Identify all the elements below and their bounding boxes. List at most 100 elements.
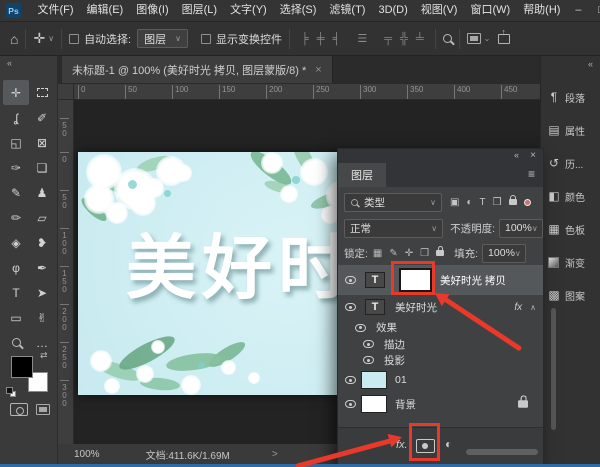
panel-paragraph[interactable]: ¶段落 [543, 82, 600, 112]
text-layer-thumbnail[interactable]: T [365, 272, 385, 288]
fx-collapse-icon[interactable]: ∧ [530, 303, 536, 312]
zoom-tool[interactable] [3, 330, 29, 355]
pen-tool[interactable]: ✒ [29, 255, 55, 280]
filter-type-dropdown[interactable]: 类型 ∨ [344, 193, 442, 212]
layer-visibility-icon[interactable] [363, 356, 374, 364]
layer-row-7[interactable]: 背景 [338, 392, 543, 416]
lock-artboard-icon[interactable]: ❒ [420, 248, 429, 259]
layer-fx-badge[interactable]: fx [514, 302, 522, 313]
rectangular-marquee-tool[interactable] [29, 80, 55, 105]
screen-mode-button[interactable] [36, 404, 50, 415]
layer-visibility-icon[interactable] [345, 376, 356, 384]
brush-tool[interactable]: ✎ [3, 180, 29, 205]
lock-pixels-icon[interactable]: ✎ [389, 248, 397, 259]
panel-gradients[interactable]: 渐变 [543, 247, 600, 277]
menu-select[interactable]: 选择(S) [273, 0, 323, 21]
rectangle-tool[interactable]: ▭ [3, 305, 29, 330]
blend-mode-dropdown[interactable]: 正常 ∨ [344, 219, 443, 238]
frame-tool[interactable]: ⊠ [29, 130, 55, 155]
blur-tool[interactable]: ❥ [29, 230, 55, 255]
move-tool[interactable]: ✛ [3, 80, 29, 105]
align-horizontal-centers-icon[interactable]: ╪ [313, 33, 329, 45]
screen-mode-icon[interactable] [467, 33, 481, 44]
clone-stamp-tool[interactable]: ♟ [29, 180, 55, 205]
panel-collapse-icon[interactable]: « [514, 150, 519, 160]
lock-all-icon[interactable] [436, 250, 444, 256]
lock-position-icon[interactable]: ✛ [405, 248, 413, 259]
layer-visibility-icon[interactable] [355, 324, 366, 332]
align-bottom-edges-icon[interactable]: ╧ [412, 33, 428, 45]
path-selection-tool[interactable]: ➤ [29, 280, 55, 305]
menu-view[interactable]: 视图(V) [414, 0, 464, 21]
minimize-button[interactable]: – [567, 0, 590, 21]
gradient-tool[interactable]: ◈ [3, 230, 29, 255]
filter-toggle-icon[interactable] [524, 199, 531, 206]
document-tab[interactable]: 未标题-1 @ 100% (美好时光 拷贝, 图层蒙版/8) * × [62, 56, 333, 83]
align-right-edges-icon[interactable]: ╡ [329, 33, 345, 45]
tab-close-icon[interactable]: × [315, 64, 321, 76]
layer-visibility-icon[interactable] [345, 400, 356, 408]
history-brush-tool[interactable]: ✏ [3, 205, 29, 230]
type-tool[interactable]: T [3, 280, 29, 305]
layer-visibility-icon[interactable] [345, 276, 356, 284]
align-left-edges-icon[interactable]: ╞ [297, 33, 313, 45]
menu-help[interactable]: 帮助(H) [517, 0, 567, 21]
maximize-button[interactable]: □ [590, 0, 600, 21]
layer-row-3[interactable]: 效果 [338, 319, 543, 336]
tool-preset-caret-icon[interactable]: ∨ [48, 34, 54, 43]
filter-shape-layers-icon[interactable]: ❒ [493, 197, 502, 208]
zoom-level[interactable]: 100% [74, 449, 100, 460]
eraser-tool[interactable]: ▱ [29, 205, 55, 230]
crop-tool[interactable]: ◱ [3, 130, 29, 155]
filter-type-layers-icon[interactable]: T [480, 197, 486, 208]
menu-file[interactable]: 文件(F) [31, 0, 80, 21]
text-layer-thumbnail[interactable]: T [365, 299, 385, 315]
auto-select-dropdown[interactable]: 图层 ∨ [137, 29, 188, 48]
search-icon[interactable] [443, 34, 452, 43]
panel-swatches[interactable]: ▦色板 [543, 214, 600, 244]
hand-tool[interactable]: ✌ [29, 305, 55, 330]
image-layer-thumbnail[interactable] [361, 371, 387, 389]
dock-scrollbar[interactable] [551, 308, 556, 430]
panel-properties[interactable]: ▤属性 [543, 115, 600, 145]
filter-adjustment-layers-icon[interactable]: ◐ [466, 197, 472, 208]
tab-layers[interactable]: 图层 [338, 163, 386, 187]
lock-transparency-icon[interactable]: ▦ [373, 248, 382, 259]
eyedropper-tool[interactable]: ✑ [3, 155, 29, 180]
foreground-color-swatch[interactable] [11, 356, 33, 378]
menu-3d[interactable]: 3D(D) [372, 0, 414, 21]
layers-horizontal-scrollbar[interactable] [466, 449, 538, 455]
auto-select-checkbox[interactable] [69, 34, 79, 44]
swap-colors-icon[interactable]: ⇄ [40, 350, 48, 361]
panel-history[interactable]: ↺历... [543, 148, 600, 178]
filter-smart-objects-icon[interactable] [509, 199, 517, 205]
toolbar-collapse-icon[interactable]: « [7, 58, 12, 68]
fill-dropdown[interactable]: 100% ∨ [482, 244, 526, 263]
healing-brush-tool[interactable]: ❏ [29, 155, 55, 180]
show-transform-checkbox[interactable] [201, 34, 211, 44]
home-icon[interactable]: ⌂ [10, 31, 18, 47]
add-adjustment-layer-button[interactable]: ◐ [445, 437, 452, 451]
menu-image[interactable]: 图像(I) [130, 0, 175, 21]
more-options-caret-icon[interactable]: ⌄ [484, 34, 491, 43]
dock-collapse-icon[interactable]: « [588, 59, 593, 69]
layer-row-5[interactable]: 投影 [338, 352, 543, 368]
layer-visibility-icon[interactable] [345, 303, 356, 311]
menu-type[interactable]: 文字(Y) [224, 0, 274, 21]
quick-selection-tool[interactable]: ✐ [29, 105, 55, 130]
share-icon[interactable] [498, 34, 510, 44]
distribute-horizontal-centers-icon[interactable]: ☰ [353, 32, 371, 45]
panel-color[interactable]: ◧颜色 [543, 181, 600, 211]
status-chevron-icon[interactable]: > [272, 449, 278, 460]
layer-visibility-icon[interactable] [363, 340, 374, 348]
image-layer-thumbnail[interactable] [361, 395, 387, 413]
opacity-dropdown[interactable]: 100% ∨ [499, 219, 543, 238]
lasso-tool[interactable]: ʆ [3, 105, 29, 130]
quick-mask-button[interactable] [10, 403, 28, 416]
menu-layer[interactable]: 图层(L) [175, 0, 223, 21]
align-vertical-centers-icon[interactable]: ╬ [396, 33, 412, 45]
menu-window[interactable]: 窗口(W) [464, 0, 517, 21]
default-colors-icon[interactable] [6, 387, 13, 394]
panel-close-icon[interactable]: × [530, 150, 536, 161]
menu-filter[interactable]: 滤镜(T) [323, 0, 372, 21]
